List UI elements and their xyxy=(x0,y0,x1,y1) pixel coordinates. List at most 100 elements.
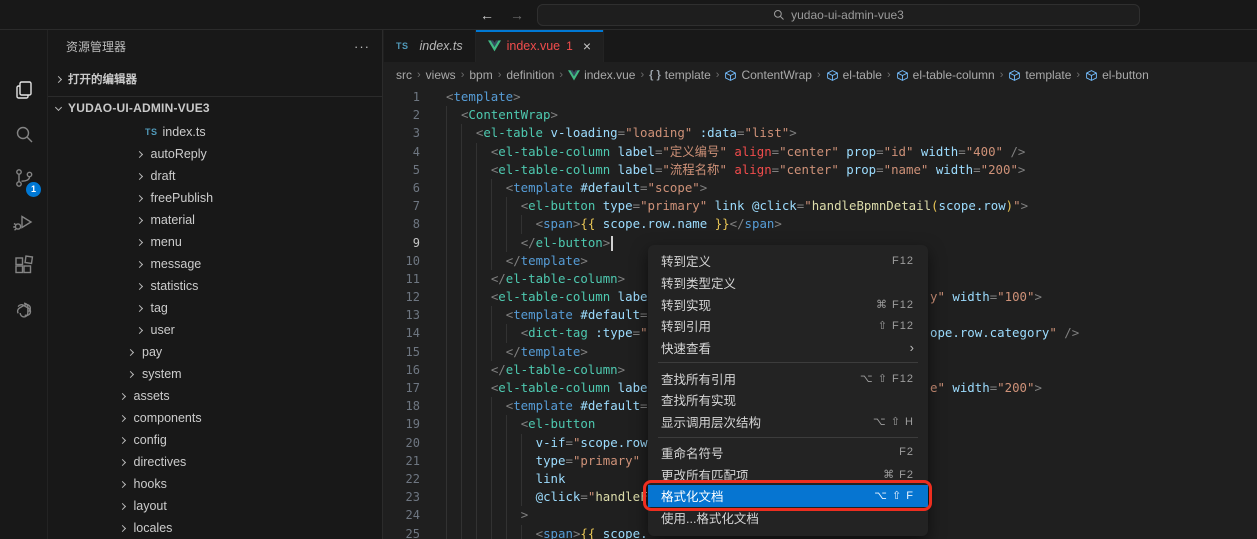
line-number[interactable]: 7 xyxy=(384,197,420,215)
line-number[interactable]: 3 xyxy=(384,124,420,142)
menu-item-show-call-hierarchy[interactable]: 显示调用层次结构⌥ ⇧ H xyxy=(648,411,928,433)
line-number[interactable]: 13 xyxy=(384,306,420,324)
line-number[interactable]: 22 xyxy=(384,470,420,488)
line-number[interactable]: 15 xyxy=(384,343,420,361)
code-line-4[interactable]: 4<el-table-column label="定义编号" align="ce… xyxy=(384,143,1257,161)
line-number[interactable]: 6 xyxy=(384,179,420,197)
menu-item-change-all-occurrences[interactable]: 更改所有匹配项⌘ F2 xyxy=(648,463,928,485)
source-control-icon[interactable]: 1 xyxy=(0,156,48,200)
tree-item-menu[interactable]: menu xyxy=(48,231,382,253)
breadcrumb-item-el-button[interactable]: el-button xyxy=(1085,68,1149,82)
code-line-1[interactable]: 1<template> xyxy=(384,88,1257,106)
breadcrumb-item-index-vue[interactable]: index.vue xyxy=(568,68,635,82)
code-token: scope. xyxy=(595,526,647,539)
extensions-icon[interactable] xyxy=(0,244,48,288)
command-center-search[interactable]: yudao-ui-admin-vue3 xyxy=(537,4,1140,26)
tree-item-autoReply[interactable]: autoReply xyxy=(48,143,382,165)
line-number[interactable]: 10 xyxy=(384,252,420,270)
breadcrumb-item-template[interactable]: { }template xyxy=(649,68,711,82)
tree-item-material[interactable]: material xyxy=(48,209,382,231)
line-number[interactable]: 20 xyxy=(384,434,420,452)
breadcrumb-item-views[interactable]: views xyxy=(426,68,456,82)
code-line-3[interactable]: 3<el-table v-loading="loading" :data="li… xyxy=(384,124,1257,142)
code-token: "scope" xyxy=(648,180,700,195)
menu-item-go-to-implementations[interactable]: 转到实现⌘ F12 xyxy=(648,293,928,315)
tree-item-statistics[interactable]: statistics xyxy=(48,275,382,297)
explorer-icon[interactable] xyxy=(0,68,48,112)
tree-item-directives[interactable]: directives xyxy=(48,451,382,473)
menu-item-peek[interactable]: 快速查看› xyxy=(648,337,928,359)
tree-item-assets[interactable]: assets xyxy=(48,385,382,407)
search-icon[interactable] xyxy=(0,112,48,156)
breadcrumb-item-ContentWrap[interactable]: ContentWrap xyxy=(724,68,811,82)
line-number[interactable]: 17 xyxy=(384,379,420,397)
line-number[interactable]: 12 xyxy=(384,288,420,306)
line-number[interactable]: 2 xyxy=(384,106,420,124)
breadcrumb-item-bpm[interactable]: bpm xyxy=(469,68,492,82)
line-number[interactable]: 8 xyxy=(384,215,420,233)
close-icon[interactable]: × xyxy=(583,38,591,54)
tree-item-tag[interactable]: tag xyxy=(48,297,382,319)
line-number[interactable]: 24 xyxy=(384,506,420,524)
code-line-6[interactable]: 6<template #default="scope"> xyxy=(384,179,1257,197)
project-root-item[interactable]: YUDAO-UI-ADMIN-VUE3 xyxy=(48,96,382,118)
tree-item-label: material xyxy=(151,213,195,227)
close-window-button[interactable] xyxy=(13,9,25,21)
menu-item-find-all-implementations[interactable]: 查找所有实现 xyxy=(648,389,928,411)
tree-item-pay[interactable]: pay xyxy=(48,341,382,363)
openai-icon[interactable] xyxy=(0,288,48,332)
line-number[interactable]: 16 xyxy=(384,361,420,379)
line-number[interactable]: 18 xyxy=(384,397,420,415)
menu-item-go-to-references[interactable]: 转到引用⇧ F12 xyxy=(648,315,928,337)
line-number[interactable]: 4 xyxy=(384,143,420,161)
code-token: span xyxy=(745,216,775,231)
line-number[interactable]: 9 xyxy=(384,234,420,252)
menu-item-rename-symbol[interactable]: 重命名符号F2 xyxy=(648,442,928,464)
line-number[interactable]: 14 xyxy=(384,324,420,342)
code-line-5[interactable]: 5<el-table-column label="流程名称" align="ce… xyxy=(384,161,1257,179)
line-number[interactable]: 11 xyxy=(384,270,420,288)
tree-item-system[interactable]: system xyxy=(48,363,382,385)
line-number[interactable]: 23 xyxy=(384,488,420,506)
breadcrumb-item-el-table-column[interactable]: el-table-column xyxy=(896,68,995,82)
tree-item-message[interactable]: message xyxy=(48,253,382,275)
code-line-2[interactable]: 2<ContentWrap> xyxy=(384,106,1257,124)
menu-item-go-to-definition[interactable]: 转到定义F12 xyxy=(648,250,928,272)
line-number[interactable]: 25 xyxy=(384,525,420,539)
tree-item-components[interactable]: components xyxy=(48,407,382,429)
menu-item-format-document[interactable]: 格式化文档⌥ ⇧ F xyxy=(648,485,928,507)
tree-item-hooks[interactable]: hooks xyxy=(48,473,382,495)
line-number[interactable]: 5 xyxy=(384,161,420,179)
tree-item-user[interactable]: user xyxy=(48,319,382,341)
minimize-window-button[interactable] xyxy=(31,9,43,21)
tree-item-config[interactable]: config xyxy=(48,429,382,451)
tree-item-index-ts[interactable]: TSindex.ts xyxy=(48,121,382,143)
line-number[interactable]: 21 xyxy=(384,452,420,470)
breadcrumb-item-definition[interactable]: definition xyxy=(506,68,554,82)
tab-index-vue[interactable]: index.vue 1 × xyxy=(476,30,604,62)
tree-item-layout[interactable]: layout xyxy=(48,495,382,517)
menu-item-find-all-references[interactable]: 查找所有引用⌥ ⇧ F12 xyxy=(648,367,928,389)
tree-item-locales[interactable]: locales xyxy=(48,517,382,539)
breadcrumb-item-template[interactable]: template xyxy=(1008,68,1071,82)
navigate-forward-button[interactable]: → xyxy=(506,5,528,25)
code-line-7[interactable]: 7<el-button type="primary" link @click="… xyxy=(384,197,1257,215)
breadcrumb-item-el-table[interactable]: el-table xyxy=(826,68,882,82)
line-number[interactable]: 19 xyxy=(384,415,420,433)
tab-index-ts[interactable]: TS index.ts xyxy=(384,30,476,62)
menu-item-go-to-type-definition[interactable]: 转到类型定义 xyxy=(648,272,928,294)
tree-item-freePublish[interactable]: freePublish xyxy=(48,187,382,209)
menu-item-format-document-with[interactable]: 使用...格式化文档 xyxy=(648,507,928,529)
breadcrumb-label: definition xyxy=(506,68,554,82)
maximize-window-button[interactable] xyxy=(49,9,61,21)
navigate-back-button[interactable]: ← xyxy=(476,5,498,25)
code-token: el-table-column xyxy=(506,362,618,377)
tree-item-draft[interactable]: draft xyxy=(48,165,382,187)
run-debug-icon[interactable] xyxy=(0,200,48,244)
code-token: #default xyxy=(573,180,640,195)
code-token: template xyxy=(453,89,513,104)
code-token: = xyxy=(973,162,980,177)
code-line-8[interactable]: 8<span>{{ scope.row.name }}</span> xyxy=(384,215,1257,233)
breadcrumb-item-src[interactable]: src xyxy=(396,68,412,82)
line-number[interactable]: 1 xyxy=(384,88,420,106)
